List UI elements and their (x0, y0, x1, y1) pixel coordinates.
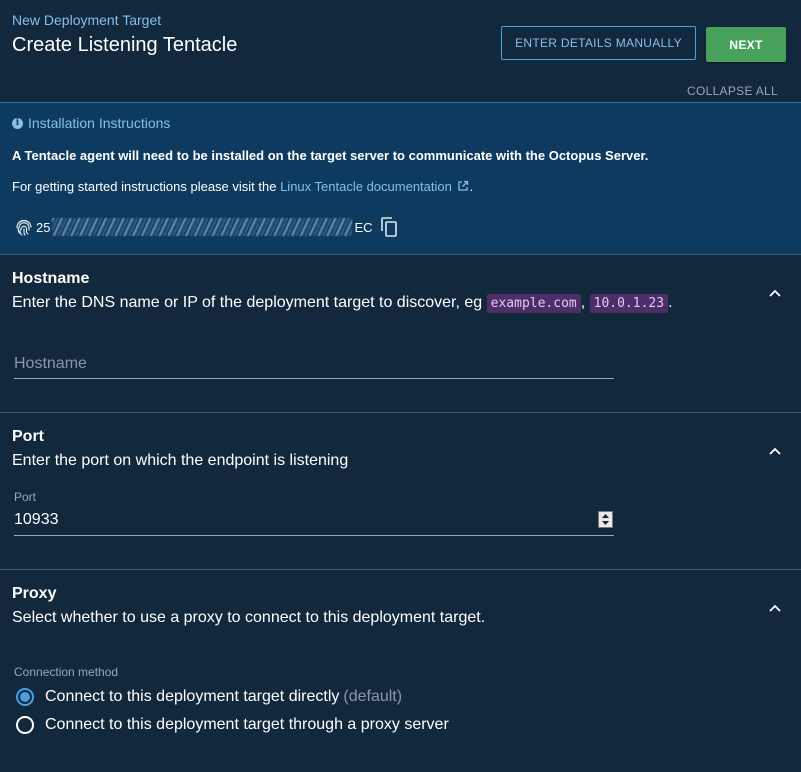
page-title: Create Listening Tentacle (12, 34, 238, 56)
radio-connect-through-proxy[interactable]: Connect to this deployment target throug… (16, 716, 449, 734)
installation-title: i Installation Instructions (12, 115, 170, 131)
stepper-up-icon[interactable] (602, 513, 609, 518)
radio-button-unchecked[interactable] (16, 716, 34, 734)
thumbprint-row: 25 EC (14, 216, 399, 238)
radio-label-direct: Connect to this deployment target direct… (45, 688, 340, 705)
external-link-icon (458, 180, 469, 191)
installation-instructions-text: For getting started instructions please … (12, 179, 473, 194)
chevron-up-icon[interactable] (768, 288, 782, 298)
breadcrumb[interactable]: New Deployment Target (12, 12, 161, 28)
port-section-description: Enter the port on which the endpoint is … (12, 452, 349, 469)
fingerprint-icon (16, 219, 32, 236)
radio-button-checked[interactable] (16, 688, 34, 706)
radio-dot (20, 692, 30, 702)
installation-instructions-panel: i Installation Instructions A Tentacle a… (0, 102, 801, 255)
hostname-input-underline (14, 378, 614, 379)
next-button[interactable]: NEXT (706, 27, 786, 62)
port-stepper[interactable] (598, 511, 613, 528)
enter-details-manually-button[interactable]: ENTER DETAILS MANUALLY (501, 26, 696, 60)
radio-default-hint: (default) (343, 688, 403, 705)
hostname-section-title: Hostname (12, 270, 90, 287)
hostname-section: Hostname Enter the DNS name or IP of the… (0, 255, 801, 413)
code-example-domain: example.com (486, 294, 581, 313)
instructions-suffix: . (469, 179, 474, 194)
port-input-underline (14, 535, 614, 536)
chevron-up-icon[interactable] (768, 603, 782, 613)
hostname-section-description: Enter the DNS name or IP of the deployme… (12, 294, 673, 313)
thumbprint-end: EC (354, 219, 373, 235)
collapse-all-button[interactable]: COLLAPSE ALL (687, 84, 778, 98)
port-field-label: Port (14, 490, 37, 504)
port-section-title: Port (12, 428, 44, 445)
chevron-up-icon[interactable] (768, 446, 782, 456)
page-header: New Deployment Target Create Listening T… (0, 0, 801, 102)
hostname-input[interactable]: Hostname (14, 355, 87, 373)
hostname-desc-suffix: . (668, 294, 673, 311)
link-label: Linux Tentacle documentation (280, 179, 452, 194)
hostname-desc-separator: , (580, 294, 590, 311)
port-input[interactable]: 10933 (14, 511, 59, 529)
installation-title-label: Installation Instructions (28, 115, 171, 131)
copy-icon[interactable] (379, 216, 399, 238)
proxy-section-title: Proxy (12, 585, 57, 602)
connection-method-label: Connection method (14, 665, 119, 679)
proxy-section-description: Select whether to use a proxy to connect… (12, 609, 486, 626)
linux-tentacle-doc-link[interactable]: Linux Tentacle documentation (280, 179, 469, 194)
thumbprint-redacted (52, 218, 353, 236)
radio-label-proxy: Connect to this deployment target throug… (45, 716, 449, 733)
instructions-prefix: For getting started instructions please … (12, 179, 281, 194)
port-section: Port Enter the port on which the endpoin… (0, 413, 801, 570)
thumbprint-start: 25 (36, 219, 51, 235)
info-icon: i (12, 117, 23, 129)
hostname-desc-prefix: Enter the DNS name or IP of the deployme… (12, 294, 487, 311)
stepper-down-icon[interactable] (602, 521, 609, 526)
code-example-ip: 10.0.1.23 (589, 294, 669, 313)
installation-bold-text: A Tentacle agent will need to be install… (12, 148, 649, 163)
proxy-section: Proxy Select whether to use a proxy to c… (0, 570, 801, 772)
radio-connect-directly[interactable]: Connect to this deployment target direct… (16, 688, 402, 706)
